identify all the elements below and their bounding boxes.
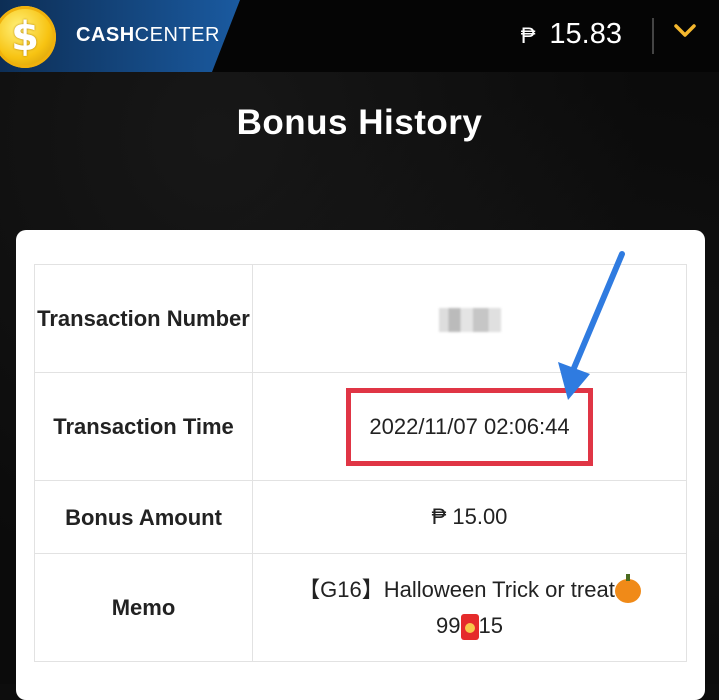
table-row: Memo 【G16】Halloween Trick or treat 99 15 [34, 553, 687, 662]
wallet-balance: ₱ 15.83 [521, 18, 622, 51]
memo-line2-prefix: 99 [436, 612, 461, 638]
chevron-down-icon[interactable] [672, 18, 698, 44]
row-label: Transaction Time [34, 372, 253, 481]
brand-title-bold: CASH [76, 24, 135, 46]
bonus-amount-value: ₱ 15.00 [252, 480, 687, 554]
row-label: Transaction Number [34, 264, 253, 373]
annotation-arrow-icon [558, 251, 625, 400]
currency-symbol: ₱ [520, 23, 536, 48]
redacted-transaction-number [438, 307, 501, 332]
balance-amount: 15.83 [549, 18, 622, 50]
red-envelope-icon [460, 613, 479, 640]
top-bar: $ CASHCENTER ₱ 15.83 [0, 0, 719, 72]
page-title: Bonus History [236, 103, 483, 142]
memo-value: 【G16】Halloween Trick or treat 99 15 [252, 553, 687, 662]
brand-title: CASHCENTER [76, 24, 220, 47]
header-divider [652, 18, 654, 54]
brand-title-rest: CENTER [134, 24, 220, 46]
pumpkin-icon [614, 573, 641, 603]
table-row: Bonus Amount ₱ 15.00 [34, 480, 687, 554]
memo-line2-suffix: 15 [478, 612, 503, 638]
row-label: Memo [34, 553, 253, 662]
memo-line1: 【G16】Halloween Trick or treat [298, 576, 615, 602]
row-label: Bonus Amount [34, 480, 253, 554]
